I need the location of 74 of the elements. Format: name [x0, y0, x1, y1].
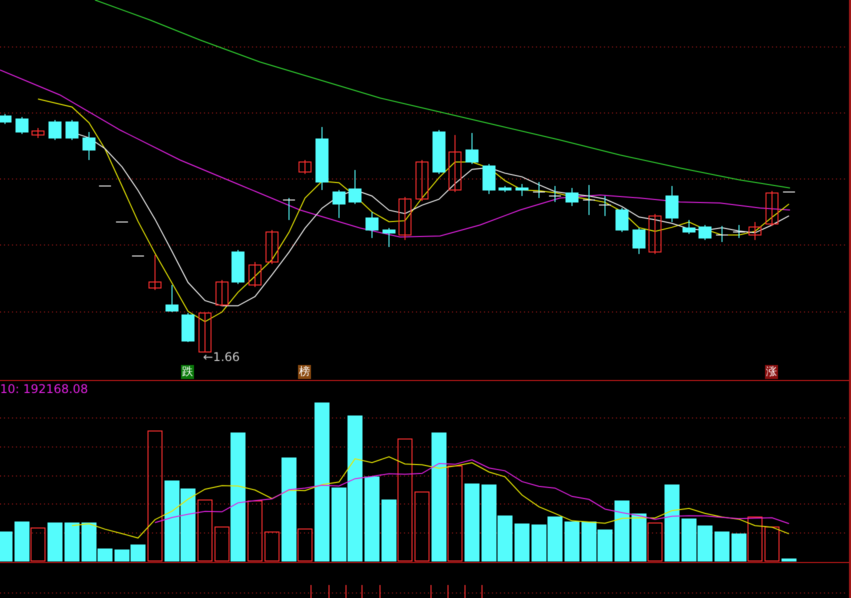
candlestick: [198, 312, 212, 352]
candlestick: [666, 186, 678, 222]
candlestick: [448, 134, 462, 192]
candlestick: [648, 214, 662, 254]
candlestick: [82, 132, 96, 160]
volume-bar: [532, 524, 546, 562]
volume-bar: [648, 522, 662, 562]
volume-bar: [548, 516, 562, 562]
volume-bar: [30, 528, 46, 562]
volume-bar: [564, 522, 580, 562]
candlestick: [232, 250, 244, 284]
candlestick: [182, 312, 194, 342]
signal-badge: 跌: [181, 365, 194, 379]
candlestick: [148, 254, 162, 290]
candlestick: [432, 130, 446, 174]
candlestick: [632, 228, 646, 254]
volume-bar: [682, 518, 696, 562]
volume-bar: [198, 500, 212, 562]
volume-bar: [48, 522, 62, 562]
volume-bar: [598, 530, 612, 562]
volume-bar: [782, 558, 796, 562]
candlestick: [616, 208, 628, 232]
candlestick: [266, 230, 278, 264]
candlestick: [66, 120, 78, 140]
candlestick: [48, 120, 62, 140]
candlestick: [282, 198, 296, 220]
candlestick: [16, 116, 28, 134]
candlestick: [516, 184, 528, 196]
volume-bar: [582, 522, 596, 562]
candlestick: [532, 182, 546, 198]
volume-bar: [64, 522, 80, 562]
candlestick: [416, 160, 428, 202]
candlestick: [698, 224, 712, 240]
candlestick: [682, 220, 696, 234]
candlestick: [498, 186, 512, 192]
volume-legend: 10: 192168.08: [0, 382, 88, 396]
volume-bar: [14, 522, 30, 562]
volume-bar: [632, 514, 646, 562]
candlestick: [248, 262, 262, 288]
candlestick: [0, 114, 12, 124]
volume-bar: [614, 500, 630, 562]
volume-bar: [414, 492, 430, 562]
signal-badge: 榜: [298, 365, 311, 379]
candlestick: [566, 188, 578, 206]
candlestick: [316, 126, 328, 190]
volume-bar: [114, 550, 130, 562]
candlestick: [466, 132, 478, 164]
candlestick: [482, 164, 496, 194]
candlestick: [298, 160, 312, 174]
volume-bar: [514, 524, 530, 562]
candlestick: [382, 228, 396, 248]
candlestick: [582, 184, 596, 216]
volume-bar: [764, 526, 780, 562]
volume-bar: [0, 532, 12, 562]
candlestick: [398, 196, 412, 240]
candlestick: [166, 284, 178, 312]
volume-bar: [248, 500, 262, 562]
candlestick: [716, 226, 728, 242]
candlestick: [216, 280, 228, 306]
candlestick: [732, 224, 746, 238]
candlestick: [548, 186, 562, 202]
candlestick: [766, 190, 778, 226]
candlestick: [748, 222, 762, 240]
volume-bar: [264, 532, 280, 562]
candlestick: [366, 212, 378, 238]
low-price-label: ←1.66: [203, 350, 240, 364]
candlestick: [598, 196, 612, 216]
signal-badge: 涨: [765, 365, 778, 379]
candlestick: [348, 170, 362, 204]
volume-bar: [130, 544, 146, 562]
candlestick: [332, 190, 346, 218]
candlestick: [32, 128, 44, 138]
volume-bar: [714, 532, 730, 562]
volume-bar: [698, 526, 712, 562]
